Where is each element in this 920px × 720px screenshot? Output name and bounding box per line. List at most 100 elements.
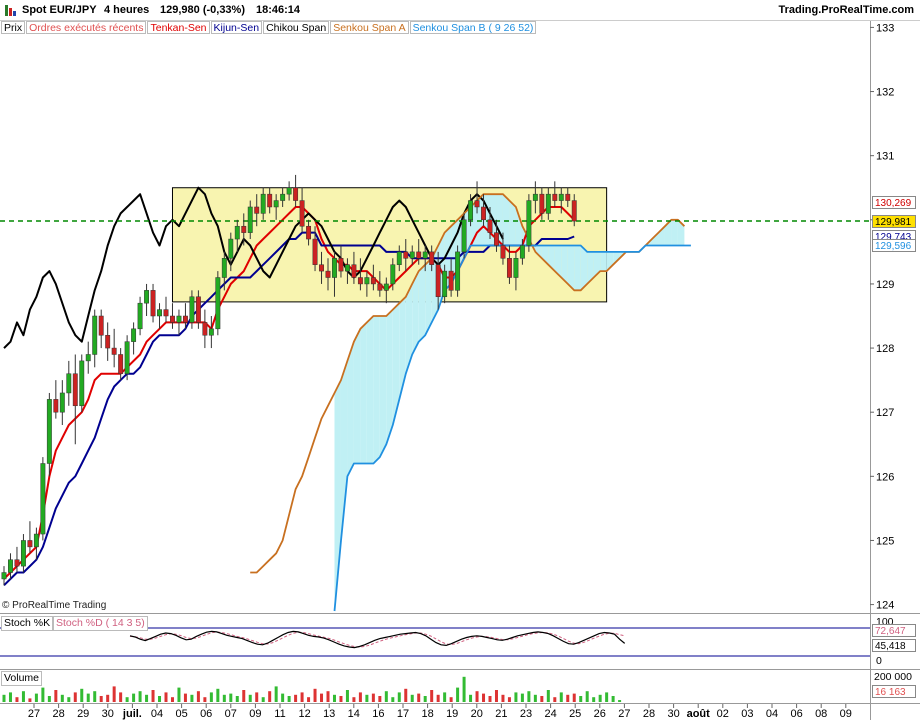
- volume-bar: [34, 693, 38, 702]
- volume-bar: [462, 676, 466, 702]
- candle: [390, 264, 396, 285]
- volume-bar: [41, 687, 45, 702]
- volume-bar: [501, 694, 505, 702]
- legend-chikou[interactable]: Chikou Span: [263, 21, 330, 34]
- candle: [338, 258, 344, 272]
- x-tick-label: 17: [397, 708, 409, 720]
- candle: [150, 290, 156, 317]
- legend-prix[interactable]: Prix: [1, 21, 26, 34]
- candle: [202, 322, 208, 336]
- stoch-d-label[interactable]: Stoch %D ( 14 3 5): [53, 616, 148, 631]
- legend-kijun[interactable]: Kijun-Sen: [210, 21, 263, 34]
- candle: [552, 193, 558, 201]
- volume-bar: [229, 693, 233, 702]
- x-tick-label: 07: [225, 708, 237, 720]
- candle: [118, 354, 124, 374]
- y-tick-label: 124: [876, 600, 894, 612]
- volume-bar: [371, 693, 375, 702]
- volume-bar: [170, 697, 174, 702]
- volume-bar: [469, 694, 473, 702]
- candle: [396, 251, 402, 265]
- volume-bar: [106, 694, 110, 702]
- x-tick-label: 21: [495, 708, 507, 720]
- candle: [8, 559, 13, 573]
- volume-bar: [579, 696, 583, 702]
- cloud-segment: [386, 309, 393, 445]
- volume-bar: [274, 686, 278, 702]
- candle: [189, 296, 195, 323]
- x-tick-label: 05: [175, 708, 187, 720]
- volume-bar: [125, 697, 129, 702]
- x-tick-label: 04: [766, 708, 778, 720]
- cloud-segment: [502, 194, 510, 246]
- y-tick-label: 129: [876, 279, 894, 291]
- volume-bar: [248, 694, 252, 702]
- cloud-segment: [574, 245, 581, 291]
- candle: [72, 373, 78, 407]
- volume-bar: [47, 696, 51, 702]
- volume-tag: 16 163: [872, 685, 916, 698]
- y-tick-label: 132: [876, 87, 894, 99]
- volume-bar: [281, 693, 285, 702]
- candle: [506, 258, 512, 278]
- volume-bar: [119, 692, 123, 702]
- candle: [565, 193, 571, 201]
- candle: [468, 200, 474, 221]
- candle: [241, 225, 247, 233]
- candle: [409, 251, 415, 259]
- volume-pane[interactable]: [0, 672, 870, 702]
- legend-span-b[interactable]: Senkou Span B ( 9 26 52): [409, 21, 537, 34]
- volume-bar: [488, 696, 492, 702]
- cloud-segment: [600, 251, 607, 272]
- x-tick-label: 06: [790, 708, 802, 720]
- y-tick-label: 126: [876, 471, 894, 483]
- volume-bar: [339, 696, 343, 702]
- volume-bar: [533, 694, 537, 702]
- volume-bar: [60, 694, 64, 702]
- candle: [111, 347, 117, 355]
- x-tick-label: août: [687, 708, 711, 720]
- volume-bar: [93, 691, 97, 702]
- volume-bar: [326, 691, 330, 702]
- volume-bar: [28, 698, 32, 702]
- volume-bar: [132, 693, 136, 702]
- candle: [325, 270, 331, 278]
- x-tick-label: 29: [77, 708, 89, 720]
- legend-span-a[interactable]: Senkou Span A: [330, 21, 409, 34]
- candle: [131, 328, 137, 342]
- stoch-k-tag: 45,418: [872, 639, 916, 652]
- candle: [85, 354, 91, 362]
- volume-bar: [54, 690, 58, 702]
- volume-bar: [99, 696, 103, 702]
- volume-bar: [566, 694, 570, 702]
- price-tag-current: 129,981: [872, 214, 916, 228]
- stoch-k-label[interactable]: Stoch %K: [1, 616, 54, 631]
- candle: [319, 264, 324, 272]
- legend-tenkan[interactable]: Tenkan-Sen: [147, 21, 210, 34]
- candle: [344, 264, 350, 272]
- price-chart[interactable]: 124125126127128129130131132133 27282930j…: [0, 0, 920, 720]
- candle: [286, 187, 292, 195]
- candle: [20, 540, 26, 567]
- candle: [221, 258, 227, 278]
- volume-bar: [222, 694, 226, 702]
- candle: [170, 315, 175, 323]
- candle: [370, 277, 376, 285]
- volume-bar: [572, 693, 576, 702]
- cloud-segment: [379, 316, 387, 458]
- volume-bar: [67, 697, 71, 702]
- volume-bar: [527, 691, 531, 702]
- candle: [234, 225, 240, 240]
- x-tick-label: 06: [200, 708, 212, 720]
- candle: [494, 232, 499, 246]
- price-tag-span-b: 129,596: [872, 239, 916, 253]
- volume-bar: [345, 690, 349, 702]
- volume-bar: [332, 694, 336, 702]
- x-tick-label: 11: [274, 708, 285, 720]
- candle: [422, 251, 428, 259]
- legend-ordres[interactable]: Ordres exécutés récents: [26, 21, 147, 34]
- volume-bar: [365, 694, 369, 702]
- candle: [182, 315, 188, 323]
- candle: [105, 334, 111, 349]
- volume-label[interactable]: Volume: [1, 671, 43, 686]
